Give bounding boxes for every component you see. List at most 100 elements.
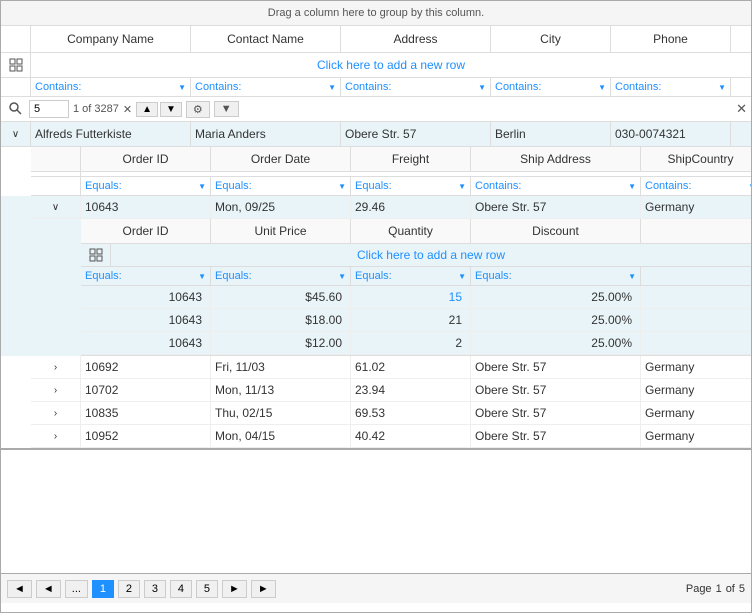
od-filter-price-dropdown[interactable]: ▼ <box>338 272 346 281</box>
order-10952-expand[interactable]: › <box>31 425 81 447</box>
od-row-1: 10643 $45.60 15 25.00% <box>81 286 751 309</box>
order-10692-id: 10692 <box>81 356 211 378</box>
filter-city-dropdown[interactable]: ▼ <box>598 83 606 92</box>
od-filter-id[interactable]: Equals: ▼ <box>81 267 211 285</box>
filter-contact[interactable]: Contains: ▼ <box>191 78 341 96</box>
orders-filter-date-dropdown[interactable]: ▼ <box>338 182 346 191</box>
od-filter-qty-dropdown[interactable]: ▼ <box>458 272 466 281</box>
od-filter-qty[interactable]: Equals: ▼ <box>351 267 471 285</box>
total-pages: 5 <box>739 583 745 595</box>
order-10835-expand[interactable]: › <box>31 402 81 424</box>
order-10702-ship-address: Obere Str. 57 <box>471 379 641 401</box>
order-expand-toggle[interactable]: ∨ <box>31 196 81 218</box>
search-settings-button[interactable]: ⚙ <box>186 101 210 118</box>
filter-contact-dropdown[interactable]: ▼ <box>328 83 336 92</box>
orders-filter-id-dropdown[interactable]: ▼ <box>198 182 206 191</box>
data-area: ∨ Alfreds Futterkiste Maria Anders Obere… <box>1 122 751 573</box>
collapsed-order-10835: › 10835 Thu, 02/15 69.53 Obere Str. 57 G… <box>31 402 751 425</box>
add-row-icon <box>1 53 31 77</box>
order-details-headers: Order ID Unit Price Quantity Discount <box>81 219 751 244</box>
ellipsis-button[interactable]: ... <box>65 580 88 598</box>
orders-filter-date-label: Equals: <box>215 180 252 192</box>
order-10952-date: Mon, 04/15 <box>211 425 351 447</box>
orders-filter-country[interactable]: Contains: ▼ <box>641 177 751 195</box>
orders-filter-address-dropdown[interactable]: ▼ <box>628 182 636 191</box>
orders-filter-freight-dropdown[interactable]: ▼ <box>458 182 466 191</box>
od-unit-price-header: Unit Price <box>211 219 351 243</box>
filter-phone[interactable]: Contains: ▼ <box>611 78 731 96</box>
filter-company-label: Contains: <box>35 81 81 93</box>
add-row-bar: Click here to add a new row <box>1 53 751 78</box>
search-next-button[interactable]: ▼ <box>160 102 182 117</box>
od-filter-row: Equals: ▼ Equals: ▼ Equals: ▼ Equals: <box>81 267 751 286</box>
order-10702-expand[interactable]: › <box>31 379 81 401</box>
search-prev-button[interactable]: ▲ <box>136 102 158 117</box>
search-count: 1 of 3287 <box>73 103 119 115</box>
od-quantity-header: Quantity <box>351 219 471 243</box>
search-icon <box>5 101 25 118</box>
page-5-button[interactable]: 5 <box>196 580 218 598</box>
page-1-button[interactable]: 1 <box>92 580 114 598</box>
city-header: City <box>491 26 611 52</box>
filter-address-dropdown[interactable]: ▼ <box>478 83 486 92</box>
orders-filter-date[interactable]: Equals: ▼ <box>211 177 351 195</box>
search-nav: ▲ ▼ <box>136 102 182 117</box>
orders-filter-address[interactable]: Contains: ▼ <box>471 177 641 195</box>
od-filter-id-label: Equals: <box>85 270 122 282</box>
next-page-button[interactable]: ► <box>222 580 247 598</box>
filter-empty-cell <box>1 78 31 96</box>
page-2-button[interactable]: 2 <box>118 580 140 598</box>
filter-address-label: Contains: <box>345 81 391 93</box>
page-label: Page <box>686 583 712 595</box>
orders-filter-country-dropdown[interactable]: ▼ <box>748 182 751 191</box>
detail-section: Order ID Order Date Freight Ship Address… <box>1 147 751 450</box>
od-add-row-link[interactable]: Click here to add a new row <box>111 244 751 266</box>
expand-toggle[interactable]: ∨ <box>1 122 31 146</box>
order-10692-freight: 61.02 <box>351 356 471 378</box>
order-freight-cell: 29.46 <box>351 196 471 218</box>
order-10835-ship-address: Obere Str. 57 <box>471 402 641 424</box>
filter-address[interactable]: Contains: ▼ <box>341 78 491 96</box>
orders-filter-empty <box>31 177 81 195</box>
add-row-link[interactable]: Click here to add a new row <box>31 53 751 77</box>
order-10835-id: 10835 <box>81 402 211 424</box>
prev-page-button[interactable]: ◄ <box>36 580 61 598</box>
search-clear-button[interactable]: ✕ <box>123 103 132 116</box>
last-page-button[interactable]: ► <box>251 580 276 598</box>
search-input[interactable] <box>29 100 69 118</box>
address-cell: Obere Str. 57 <box>341 122 491 146</box>
order-id-cell: 10643 <box>81 196 211 218</box>
order-10692-expand[interactable]: › <box>31 356 81 378</box>
page-4-button[interactable]: 4 <box>170 580 192 598</box>
order-10835-country: Germany <box>641 402 751 424</box>
filter-company-dropdown[interactable]: ▼ <box>178 83 186 92</box>
phone-header: Phone <box>611 26 731 52</box>
search-close-button[interactable]: ✕ <box>736 101 747 117</box>
od1-order-id: 10643 <box>81 286 211 308</box>
city-cell: Berlin <box>491 122 611 146</box>
od1-quantity: 15 <box>351 286 471 308</box>
order-date-header: Order Date <box>211 147 351 171</box>
first-page-button[interactable]: ◄ <box>7 580 32 598</box>
search-options-button[interactable]: ▼ <box>214 101 239 117</box>
orders-expand-cell[interactable] <box>31 172 81 176</box>
od-filter-price[interactable]: Equals: ▼ <box>211 267 351 285</box>
filter-city[interactable]: Contains: ▼ <box>491 78 611 96</box>
od-filter-id-dropdown[interactable]: ▼ <box>198 272 206 281</box>
od-filter-discount[interactable]: Equals: ▼ <box>471 267 641 285</box>
od-filter-qty-label: Equals: <box>355 270 392 282</box>
od-add-icon <box>81 244 111 266</box>
contact-name-header: Contact Name <box>191 26 341 52</box>
order-date-cell: Mon, 09/25 <box>211 196 351 218</box>
page-3-button[interactable]: 3 <box>144 580 166 598</box>
orders-filter-id[interactable]: Equals: ▼ <box>81 177 211 195</box>
od1-unit-price: $45.60 <box>211 286 351 308</box>
filter-phone-dropdown[interactable]: ▼ <box>718 83 726 92</box>
od-filter-discount-dropdown[interactable]: ▼ <box>628 272 636 281</box>
orders-filter-freight[interactable]: Equals: ▼ <box>351 177 471 195</box>
grid-icon <box>9 58 23 72</box>
orders-filter-freight-label: Equals: <box>355 180 392 192</box>
od3-quantity: 2 <box>351 332 471 354</box>
main-col-headers: Company Name Contact Name Address City P… <box>1 26 751 53</box>
filter-company[interactable]: Contains: ▼ <box>31 78 191 96</box>
